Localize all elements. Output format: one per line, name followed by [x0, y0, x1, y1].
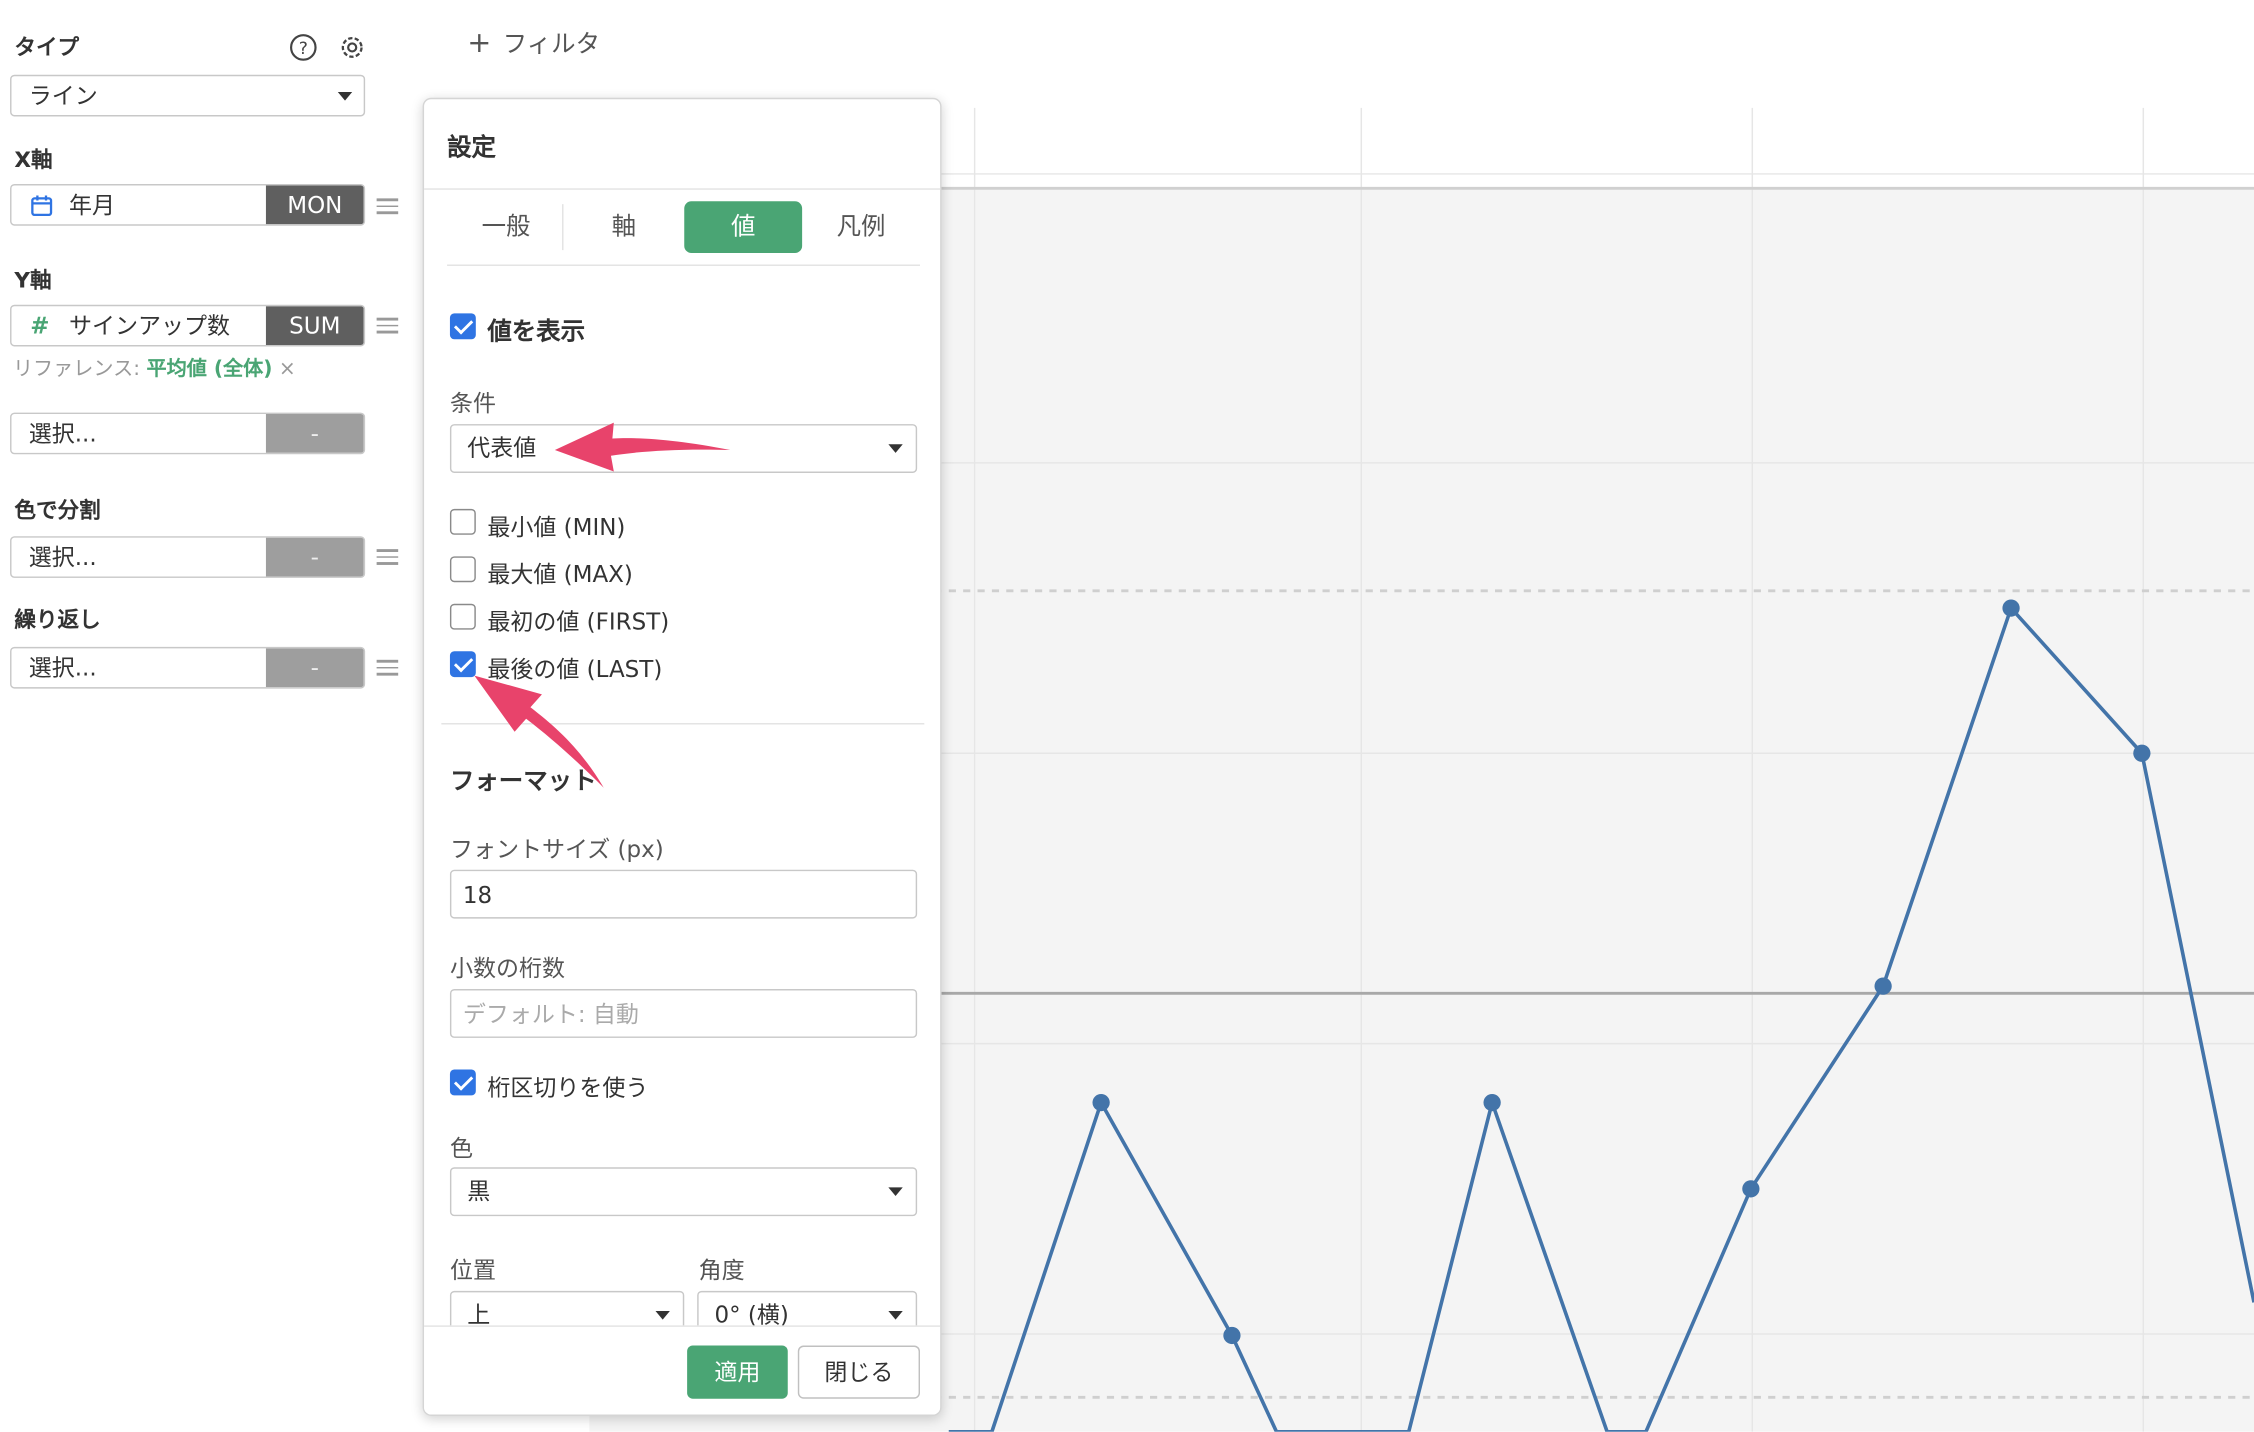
- y-axis-aggregation-button[interactable]: SUM: [265, 306, 364, 345]
- option-first-label: 最初の値 (FIRST): [487, 608, 670, 636]
- tab-values[interactable]: 値: [684, 201, 803, 253]
- extra-y-agg-button[interactable]: -: [265, 414, 364, 453]
- color-value: 黒: [467, 1177, 491, 1205]
- chevron-down-icon: [888, 1187, 903, 1196]
- reference-link[interactable]: 平均値 (全体): [146, 358, 272, 381]
- y-axis-field-name: サインアップ数: [69, 311, 231, 340]
- show-values-label: 値を表示: [487, 317, 586, 347]
- font-size-input[interactable]: [449, 869, 918, 919]
- option-min-checkbox[interactable]: [449, 508, 476, 535]
- data-point: [1874, 977, 1892, 995]
- y-axis-field[interactable]: # サインアップ数 SUM: [10, 304, 366, 347]
- data-point: [1742, 1180, 1760, 1198]
- option-last-label: 最後の値 (LAST): [487, 655, 663, 683]
- extra-y-select-placeholder: 選択...: [28, 419, 97, 448]
- dialog-footer: 適用 閉じる: [424, 1325, 941, 1415]
- plus-icon: +: [467, 24, 492, 59]
- color-split-select[interactable]: 選択... -: [10, 536, 366, 578]
- chart-config-sidebar: タイプ ? ライン X軸 年月 MON Y軸 # サインアップ数 SUM リファ…: [0, 0, 400, 1432]
- reference-row: リファレンス: 平均値 (全体) ×: [13, 354, 296, 383]
- divider: [424, 188, 941, 190]
- data-point: [2002, 599, 2020, 617]
- settings-dialog: 設定 一般 軸 値 凡例 値を表示 条件 代表値 最小値 (MIN) 最大値 (…: [422, 97, 942, 1416]
- condition-label: 条件: [449, 389, 496, 417]
- data-point: [1483, 1093, 1501, 1112]
- chart-type-value: ライン: [28, 81, 98, 110]
- type-label: タイプ: [14, 34, 80, 61]
- option-last-checkbox[interactable]: [449, 651, 476, 678]
- decimals-input[interactable]: [449, 989, 918, 1038]
- reference-remove-icon[interactable]: ×: [279, 358, 296, 381]
- svg-text:?: ?: [299, 39, 308, 59]
- extra-y-select[interactable]: 選択... -: [10, 412, 366, 455]
- repeat-label: 繰り返し: [14, 606, 101, 633]
- x-axis-field-name: 年月: [69, 191, 116, 219]
- color-split-label: 色で分割: [14, 497, 101, 524]
- condition-value: 代表値: [467, 434, 537, 462]
- add-filter-label: フィルタ: [502, 30, 601, 59]
- tab-axis[interactable]: 軸: [565, 201, 683, 253]
- color-select[interactable]: 黒: [449, 1167, 918, 1217]
- tab-legend[interactable]: 凡例: [802, 201, 920, 253]
- x-axis-field[interactable]: 年月 MON: [10, 184, 366, 226]
- thousands-separator-checkbox[interactable]: [449, 1069, 476, 1096]
- condition-select[interactable]: 代表値: [449, 424, 918, 473]
- data-point: [1092, 1093, 1110, 1112]
- color-split-agg-button[interactable]: -: [265, 537, 364, 577]
- angle-value: 0° (横): [714, 1300, 789, 1329]
- position-label: 位置: [449, 1256, 496, 1284]
- option-max-checkbox[interactable]: [449, 556, 476, 583]
- x-axis-menu-icon[interactable]: [376, 198, 399, 215]
- repeat-select[interactable]: 選択... -: [10, 646, 366, 689]
- chevron-down-icon: [655, 1311, 670, 1320]
- divider: [441, 723, 925, 725]
- add-filter-button[interactable]: + フィルタ: [467, 23, 600, 59]
- x-axis-aggregation-button[interactable]: MON: [265, 185, 364, 225]
- thousands-separator-label: 桁区切りを使う: [487, 1073, 649, 1102]
- apply-button[interactable]: 適用: [687, 1345, 788, 1399]
- repeat-agg-button[interactable]: -: [265, 648, 364, 688]
- chevron-down-icon: [888, 444, 903, 453]
- font-size-label: フォントサイズ (px): [449, 835, 664, 863]
- format-heading: フォーマット: [449, 767, 597, 797]
- repeat-placeholder: 選択...: [28, 654, 97, 682]
- dialog-title: 設定: [447, 133, 496, 163]
- option-max-label: 最大値 (MAX): [487, 560, 633, 588]
- chevron-down-icon: [888, 1311, 903, 1320]
- gear-icon[interactable]: [338, 33, 367, 62]
- calendar-icon: [31, 195, 53, 217]
- settings-tabs: 一般 軸 値 凡例: [447, 200, 920, 266]
- y-axis-menu-icon[interactable]: [376, 317, 399, 334]
- color-split-placeholder: 選択...: [28, 543, 97, 571]
- hash-icon: #: [30, 311, 50, 340]
- option-first-checkbox[interactable]: [449, 603, 476, 630]
- x-axis-label: X軸: [14, 146, 53, 173]
- chart-type-select[interactable]: ライン: [10, 74, 366, 117]
- option-min-label: 最小値 (MIN): [487, 513, 626, 541]
- color-split-menu-icon[interactable]: [376, 549, 399, 565]
- decimals-label: 小数の桁数: [449, 954, 565, 982]
- reference-prefix: リファレンス:: [12, 357, 147, 381]
- angle-label: 角度: [698, 1256, 745, 1284]
- data-point: [2133, 744, 2151, 762]
- help-icon[interactable]: ?: [289, 33, 318, 62]
- color-label: 色: [449, 1134, 473, 1162]
- repeat-menu-icon[interactable]: [376, 659, 399, 676]
- tab-general[interactable]: 一般: [447, 201, 565, 253]
- chevron-down-icon: [337, 92, 353, 101]
- show-values-checkbox[interactable]: [449, 313, 476, 340]
- close-button[interactable]: 閉じる: [797, 1345, 920, 1399]
- position-value: 上: [467, 1300, 491, 1329]
- y-axis-label: Y軸: [14, 267, 52, 294]
- data-point: [1223, 1326, 1241, 1345]
- divider: [562, 204, 564, 251]
